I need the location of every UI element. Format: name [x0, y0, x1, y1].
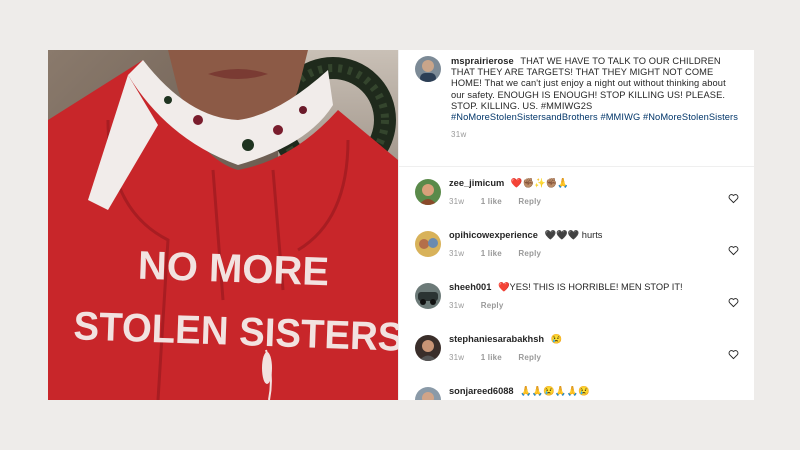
- shirt-text-line1: NO MORE: [137, 244, 330, 295]
- caption-hashtags[interactable]: #NoMoreStolenSistersandBrothers #MMIWG #…: [451, 112, 741, 123]
- comment-time: 31w: [449, 301, 465, 310]
- comment-username[interactable]: sonjareed6088: [449, 386, 514, 396]
- heart-icon[interactable]: [728, 297, 739, 308]
- caption-text: msprairierose THAT WE HAVE TO TALK TO OU…: [451, 56, 741, 123]
- heart-icon[interactable]: [728, 245, 739, 256]
- comment-text: ❤️✊🏽✨✊🏽🙏: [510, 178, 569, 188]
- comment-time: 31w: [449, 249, 465, 258]
- comment-username[interactable]: opihicowexperience: [449, 230, 538, 240]
- comments-list: zee_jimicum ❤️✊🏽✨✊🏽🙏 31w 1 like Reply op…: [399, 167, 754, 400]
- commenter-avatar[interactable]: [415, 231, 441, 257]
- commenter-avatar[interactable]: [415, 387, 441, 400]
- post-timestamp: 31w: [451, 130, 467, 140]
- comment-text: ❤️YES! THIS IS HORRIBLE! MEN STOP IT!: [497, 282, 683, 292]
- comment-likes[interactable]: 1 like: [481, 249, 502, 258]
- comment-text: 🙏🙏😢🙏🙏😢: [520, 386, 590, 396]
- comment-item: stephaniesarabakhsh 😢 31w 1 like Reply: [415, 323, 741, 375]
- comment-likes[interactable]: 1 like: [481, 353, 502, 362]
- comment-username[interactable]: zee_jimicum: [449, 178, 504, 188]
- comment-text: 😢: [550, 334, 563, 344]
- comment-item: sheeh001 ❤️YES! THIS IS HORRIBLE! MEN ST…: [415, 271, 741, 323]
- comment-reply-button[interactable]: Reply: [518, 249, 541, 258]
- hoodie-photo: NO MORE STOLEN SISTERS: [48, 50, 398, 400]
- comment-reply-button[interactable]: Reply: [481, 301, 504, 310]
- comment-time: 31w: [449, 197, 465, 206]
- comment-username[interactable]: sheeh001: [449, 282, 491, 292]
- comment-reply-button[interactable]: Reply: [518, 197, 541, 206]
- post-author-avatar[interactable]: [415, 56, 441, 82]
- comment-item: sonjareed6088 🙏🙏😢🙏🙏😢: [415, 375, 741, 400]
- comments-panel: msprairierose THAT WE HAVE TO TALK TO OU…: [398, 50, 754, 400]
- comment-reply-button[interactable]: Reply: [518, 353, 541, 362]
- comment-item: zee_jimicum ❤️✊🏽✨✊🏽🙏 31w 1 like Reply: [415, 167, 741, 219]
- comment-item: opihicowexperience 🖤🖤🖤 hurts 31w 1 like …: [415, 219, 741, 271]
- comment-likes[interactable]: 1 like: [481, 197, 502, 206]
- post-caption: msprairierose THAT WE HAVE TO TALK TO OU…: [399, 50, 754, 164]
- commenter-avatar[interactable]: [415, 179, 441, 205]
- comment-username[interactable]: stephaniesarabakhsh: [449, 334, 544, 344]
- comment-time: 31w: [449, 353, 465, 362]
- commenter-avatar[interactable]: [415, 335, 441, 361]
- comment-text: 🖤🖤🖤 hurts: [544, 230, 603, 240]
- heart-icon[interactable]: [728, 193, 739, 204]
- instagram-post-card: NO MORE STOLEN SISTERS msprairierose THA…: [48, 50, 754, 400]
- commenter-avatar[interactable]: [415, 283, 441, 309]
- post-author-username[interactable]: msprairierose: [451, 56, 514, 66]
- post-photo[interactable]: NO MORE STOLEN SISTERS: [48, 50, 398, 400]
- heart-icon[interactable]: [728, 349, 739, 360]
